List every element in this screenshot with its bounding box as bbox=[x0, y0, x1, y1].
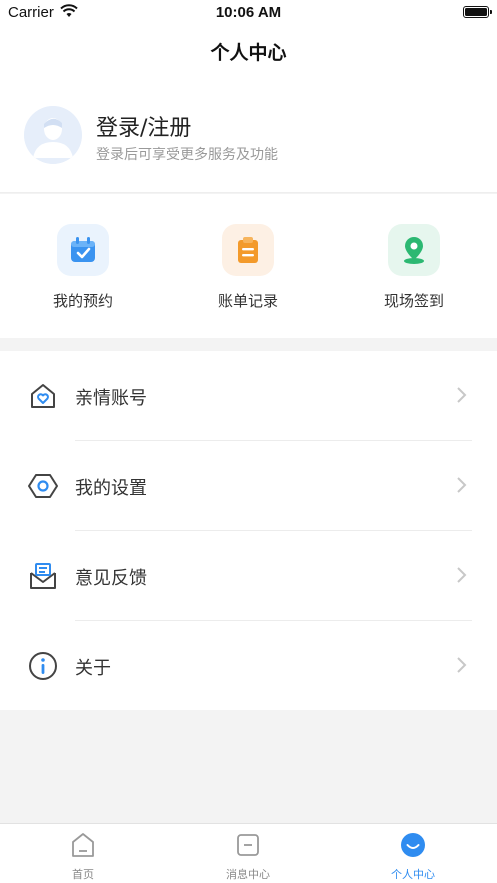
tab-home[interactable]: 首页 bbox=[33, 832, 133, 882]
settings-hexagon-icon bbox=[28, 474, 58, 498]
info-icon bbox=[29, 652, 57, 680]
calendar-check-icon bbox=[57, 224, 109, 276]
feedback-envelope-icon bbox=[30, 563, 56, 589]
avatar[interactable] bbox=[24, 106, 82, 164]
menu-label: 亲情账号 bbox=[75, 388, 147, 409]
chevron-right-icon bbox=[457, 477, 467, 493]
settings-menu: 亲情账号 我的设置 意见反馈 关于 bbox=[0, 351, 497, 710]
status-bar: Carrier 10:06 AM bbox=[0, 0, 497, 24]
navigation-bar: 个人中心 bbox=[0, 24, 497, 80]
login-register-link[interactable]: 登录/注册 bbox=[96, 110, 191, 142]
page-title: 个人中心 bbox=[210, 42, 287, 64]
menu-label: 我的设置 bbox=[75, 478, 147, 499]
clipboard-icon bbox=[222, 224, 274, 276]
chevron-right-icon bbox=[457, 567, 467, 583]
quick-onsite-checkin[interactable]: 现场签到 bbox=[354, 224, 474, 311]
login-hint: 登录后可享受更多服务及功能 bbox=[96, 147, 278, 163]
tab-label: 个人中心 bbox=[391, 868, 435, 881]
menu-label: 意见反馈 bbox=[75, 568, 147, 589]
message-icon bbox=[237, 834, 259, 856]
quick-label: 现场签到 bbox=[383, 292, 444, 310]
chevron-right-icon bbox=[457, 387, 467, 403]
quick-my-appointments[interactable]: 我的预约 bbox=[23, 224, 143, 311]
profile-icon bbox=[401, 833, 425, 857]
menu-item-about[interactable]: 关于 bbox=[0, 621, 497, 711]
tab-label: 首页 bbox=[72, 868, 94, 881]
clock: 10:06 AM bbox=[215, 4, 282, 21]
default-avatar-icon bbox=[24, 106, 82, 164]
chevron-right-icon bbox=[457, 657, 467, 673]
menu-item-my-settings[interactable]: 我的设置 bbox=[0, 441, 497, 531]
tab-label: 消息中心 bbox=[226, 868, 270, 881]
family-home-icon bbox=[31, 384, 55, 408]
location-pin-icon bbox=[388, 224, 440, 276]
tab-bar: 首页 消息中心 个人中心 bbox=[0, 823, 497, 883]
quick-label: 我的预约 bbox=[52, 292, 113, 310]
home-icon bbox=[72, 833, 94, 857]
battery-icon bbox=[463, 6, 492, 18]
menu-label: 关于 bbox=[75, 658, 111, 679]
quick-actions: 我的预约 账单记录 现场签到 bbox=[0, 194, 497, 338]
menu-item-family-account[interactable]: 亲情账号 bbox=[0, 351, 497, 441]
quick-billing-records[interactable]: 账单记录 bbox=[188, 224, 308, 311]
login-card[interactable]: 登录/注册 登录后可享受更多服务及功能 bbox=[0, 80, 497, 193]
menu-item-feedback[interactable]: 意见反馈 bbox=[0, 531, 497, 621]
tab-messages[interactable]: 消息中心 bbox=[198, 832, 298, 882]
quick-label: 账单记录 bbox=[217, 292, 278, 310]
tab-profile[interactable]: 个人中心 bbox=[363, 832, 463, 882]
